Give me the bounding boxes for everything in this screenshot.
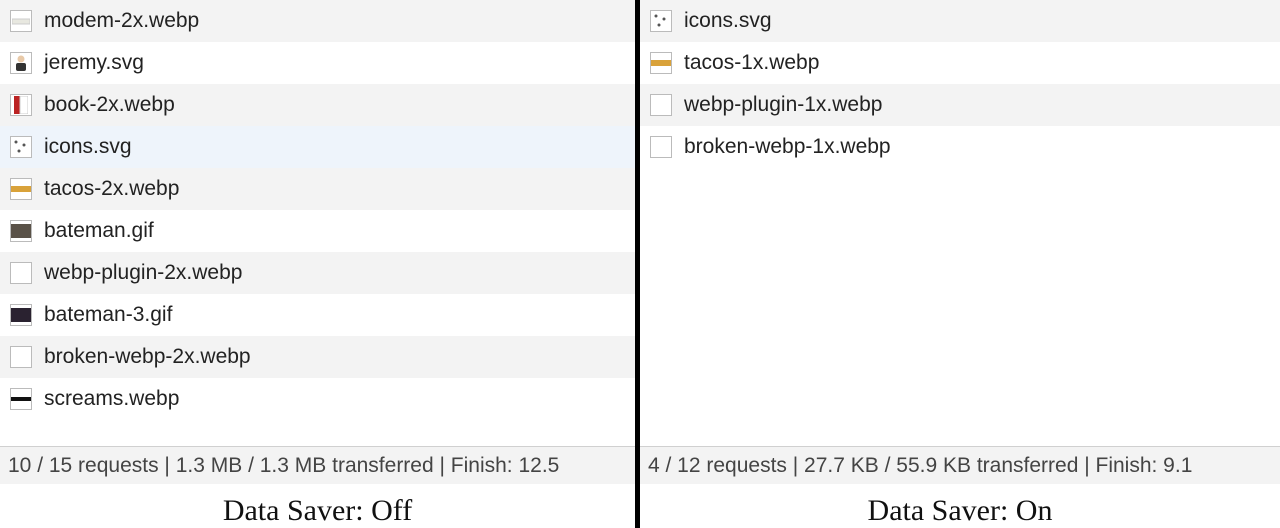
- file-name: bateman-3.gif: [44, 303, 172, 327]
- pane-data-saver-on: icons.svg tacos-1x.webp webp-plugin-1x.web…: [640, 0, 1280, 528]
- file-name: screams.webp: [44, 387, 179, 411]
- file-thumbnail-icon: [10, 220, 32, 242]
- file-thumbnail-icon: [10, 52, 32, 74]
- network-request-row[interactable]: webp-plugin-1x.webp: [640, 84, 1280, 126]
- network-request-row[interactable]: webp-plugin-2x.webp: [0, 252, 635, 294]
- caption-left: Data Saver: Off: [0, 484, 635, 528]
- file-name: icons.svg: [684, 9, 772, 33]
- file-name: webp-plugin-2x.webp: [44, 261, 242, 285]
- file-name: broken-webp-2x.webp: [44, 345, 251, 369]
- network-request-row[interactable]: broken-webp-1x.webp: [640, 126, 1280, 168]
- file-name: broken-webp-1x.webp: [684, 135, 891, 159]
- file-thumbnail-icon: [10, 388, 32, 410]
- status-text: 10 / 15 requests | 1.3 MB / 1.3 MB trans…: [8, 454, 559, 478]
- file-name: jeremy.svg: [44, 51, 144, 75]
- network-file-list-right: icons.svg tacos-1x.webp webp-plugin-1x.web…: [640, 0, 1280, 168]
- network-request-row[interactable]: tacos-2x.webp: [0, 168, 635, 210]
- network-request-row[interactable]: modem-2x.webp: [0, 0, 635, 42]
- file-thumbnail-icon: [10, 10, 32, 32]
- network-request-row[interactable]: tacos-1x.webp: [640, 42, 1280, 84]
- network-file-list-left: modem-2x.webp jeremy.svg book-2x.webp icons…: [0, 0, 635, 420]
- network-request-row[interactable]: broken-webp-2x.webp: [0, 336, 635, 378]
- network-request-row[interactable]: bateman.gif: [0, 210, 635, 252]
- file-thumbnail-icon: [10, 346, 32, 368]
- network-request-row[interactable]: jeremy.svg: [0, 42, 635, 84]
- file-thumbnail-icon: [650, 10, 672, 32]
- file-name: icons.svg: [44, 135, 132, 159]
- caption-right: Data Saver: On: [640, 484, 1280, 528]
- file-name: webp-plugin-1x.webp: [684, 93, 882, 117]
- file-name: tacos-1x.webp: [684, 51, 819, 75]
- file-thumbnail-icon: [650, 136, 672, 158]
- status-text: 4 / 12 requests | 27.7 KB / 55.9 KB tran…: [648, 454, 1192, 478]
- network-request-row[interactable]: bateman-3.gif: [0, 294, 635, 336]
- file-name: tacos-2x.webp: [44, 177, 179, 201]
- file-thumbnail-icon: [10, 94, 32, 116]
- network-request-row[interactable]: icons.svg: [640, 0, 1280, 42]
- file-thumbnail-icon: [10, 262, 32, 284]
- file-thumbnail-icon: [650, 94, 672, 116]
- file-thumbnail-icon: [10, 304, 32, 326]
- network-request-row[interactable]: book-2x.webp: [0, 84, 635, 126]
- pane-data-saver-off: modem-2x.webp jeremy.svg book-2x.webp icons…: [0, 0, 640, 528]
- file-thumbnail-icon: [10, 178, 32, 200]
- file-thumbnail-icon: [10, 136, 32, 158]
- file-name: book-2x.webp: [44, 93, 175, 117]
- comparison-container: modem-2x.webp jeremy.svg book-2x.webp icons…: [0, 0, 1280, 528]
- file-name: bateman.gif: [44, 219, 154, 243]
- file-thumbnail-icon: [650, 52, 672, 74]
- status-bar-right: 4 / 12 requests | 27.7 KB / 55.9 KB tran…: [640, 446, 1280, 484]
- network-request-row[interactable]: icons.svg: [0, 126, 635, 168]
- file-name: modem-2x.webp: [44, 9, 199, 33]
- status-bar-left: 10 / 15 requests | 1.3 MB / 1.3 MB trans…: [0, 446, 635, 484]
- network-request-row[interactable]: screams.webp: [0, 378, 635, 420]
